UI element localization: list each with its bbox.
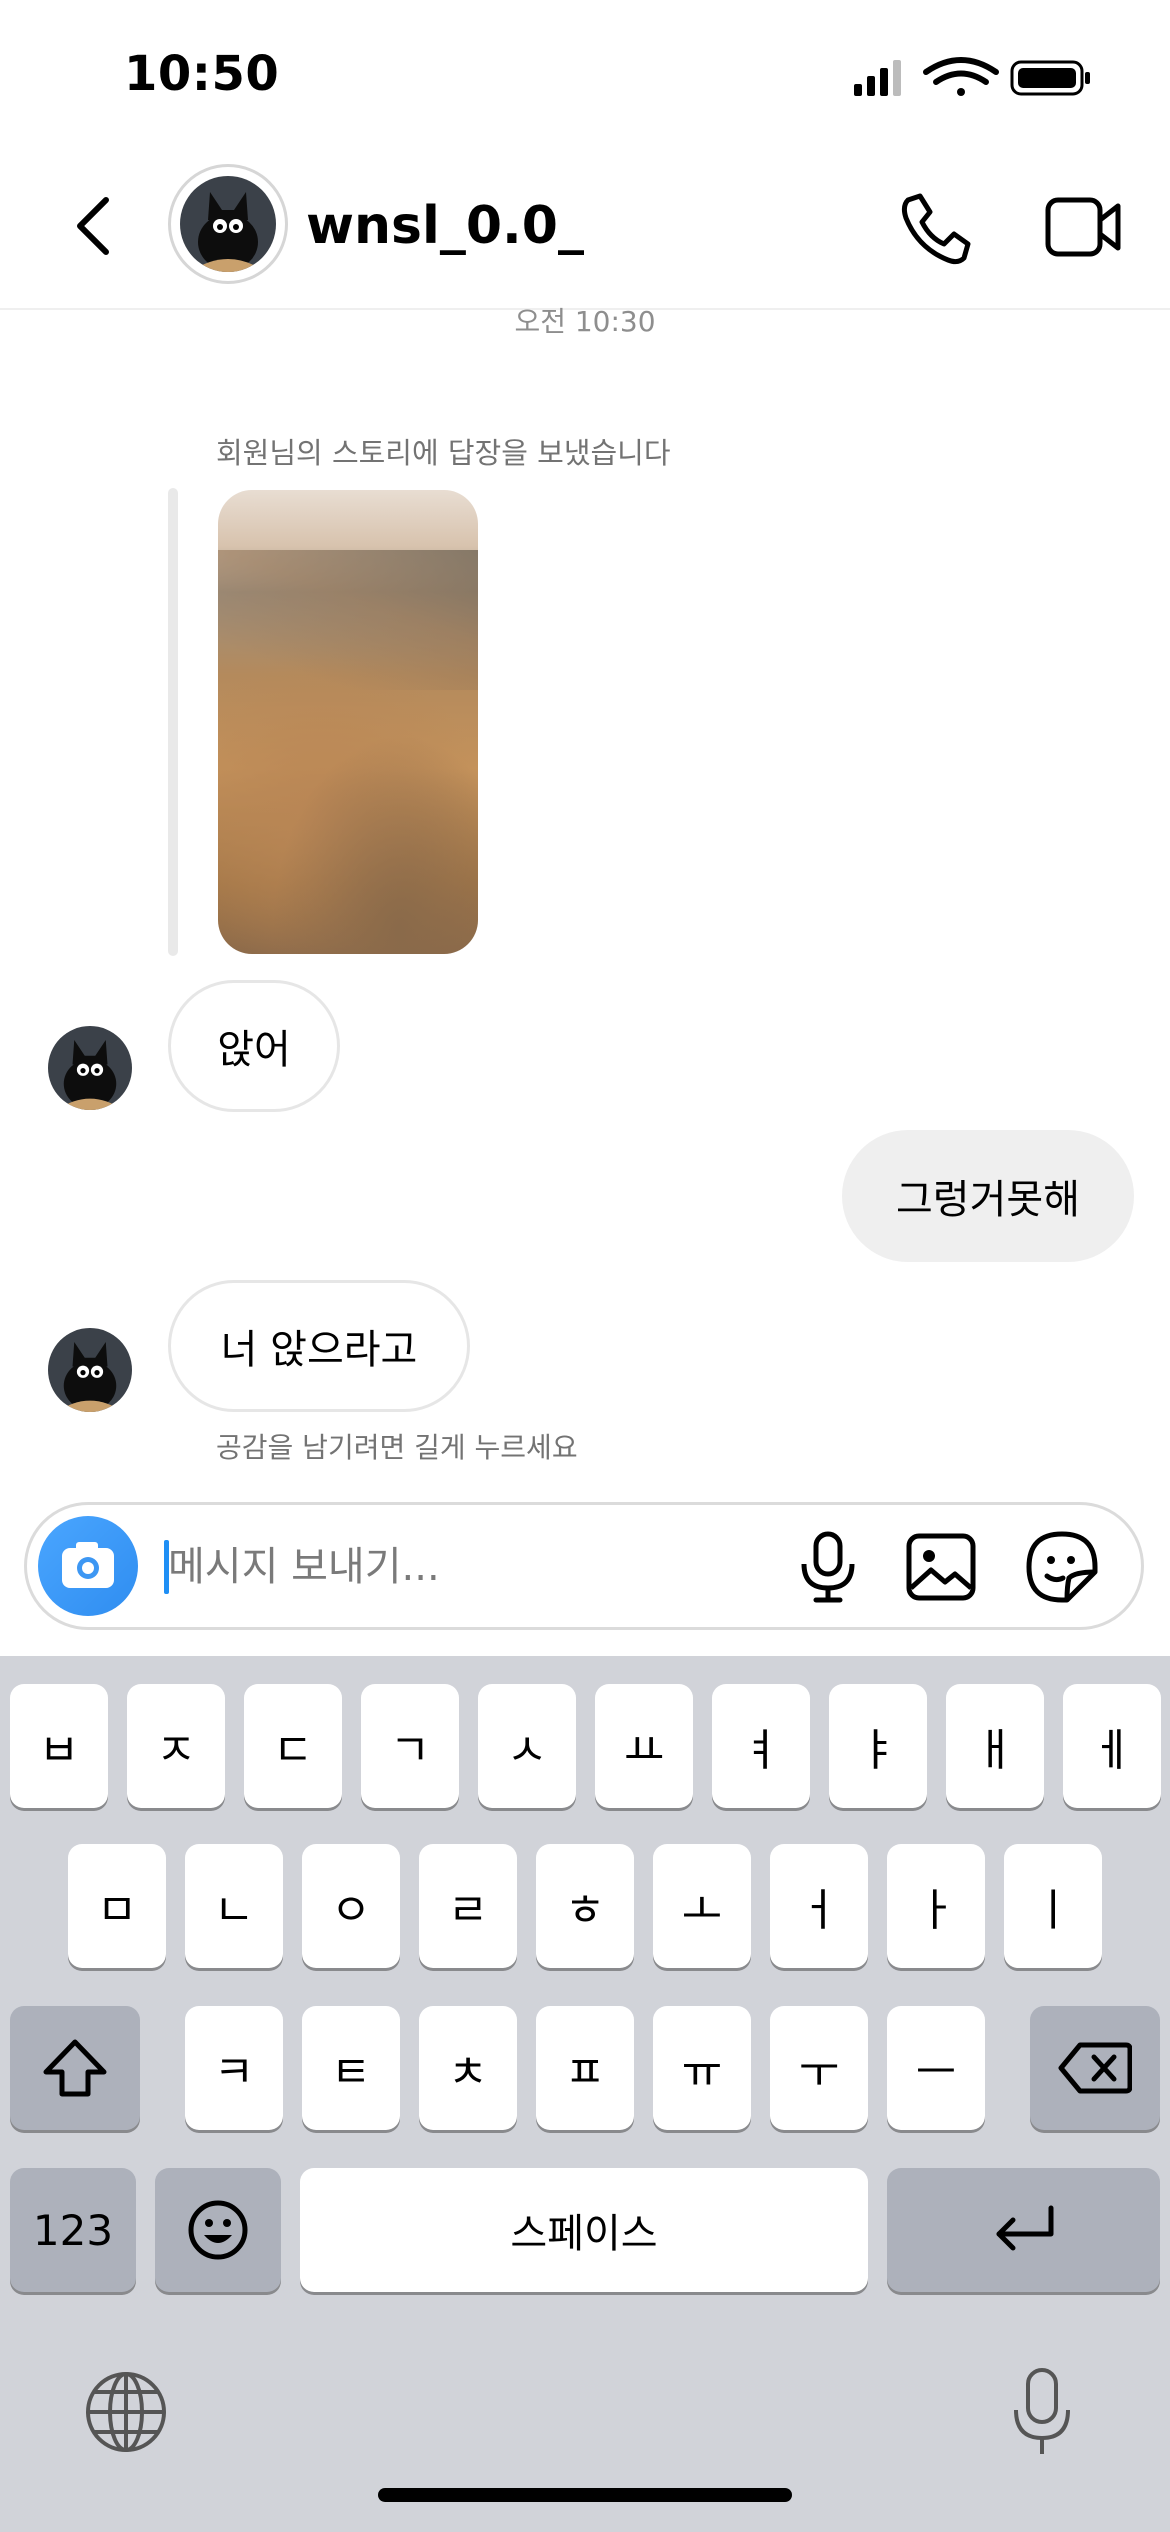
phone-icon[interactable]	[898, 190, 974, 266]
key[interactable]: ㅍ	[536, 2006, 634, 2130]
status-time: 10:50	[124, 46, 280, 102]
return-icon	[996, 2205, 1053, 2251]
message-bubble-outgoing[interactable]: 그렁거못해	[842, 1130, 1134, 1262]
cellular-signal-icon	[854, 60, 901, 96]
key[interactable]: ㄹ	[419, 1844, 517, 1968]
key[interactable]: ㅕ	[712, 1684, 810, 1808]
key[interactable]: ㄱ	[361, 1684, 459, 1808]
emoji-key[interactable]	[155, 2168, 281, 2292]
key[interactable]: ㅠ	[653, 2006, 751, 2130]
camera-icon[interactable]	[38, 1516, 138, 1616]
key[interactable]: ㅔ	[1063, 1684, 1161, 1808]
key[interactable]: ㅎ	[536, 1844, 634, 1968]
timestamp: 오전 10:30	[514, 305, 656, 338]
avatar[interactable]	[180, 176, 276, 272]
battery-icon	[1010, 60, 1090, 96]
key[interactable]: ㅗ	[653, 1844, 751, 1968]
status-icons	[854, 57, 1090, 96]
key[interactable]: ㅣ	[1004, 1844, 1102, 1968]
key[interactable]: ㅈ	[127, 1684, 225, 1808]
username[interactable]: wnsl_0.0_	[306, 196, 584, 256]
story-thumbnail[interactable]	[218, 490, 478, 954]
key[interactable]: ㅊ	[419, 2006, 517, 2130]
key[interactable]: ㅅ	[478, 1684, 576, 1808]
key[interactable]: ㅋ	[185, 2006, 283, 2130]
sender-avatar[interactable]	[48, 1026, 132, 1110]
key[interactable]: ㅜ	[770, 2006, 868, 2130]
reaction-hint: 공감을 남기려면 길게 누르세요	[216, 1431, 578, 1464]
backspace-icon	[1058, 2042, 1132, 2094]
video-camera-icon[interactable]	[1045, 194, 1121, 260]
sender-avatar[interactable]	[48, 1328, 132, 1412]
gallery-icon[interactable]	[905, 1532, 977, 1602]
message-bubble-incoming[interactable]: 앉어	[168, 980, 340, 1112]
story-reply-note: 회원님의 스토리에 답장을 보냈습니다	[216, 436, 671, 470]
key[interactable]: ㅁ	[68, 1844, 166, 1968]
key[interactable]: ㄷ	[244, 1684, 342, 1808]
emoji-icon	[188, 2200, 248, 2260]
numbers-key[interactable]: 123	[10, 2168, 136, 2292]
home-indicator	[378, 2488, 792, 2502]
message-input[interactable]	[168, 1532, 768, 1602]
shift-key[interactable]	[10, 2006, 140, 2130]
key[interactable]: ㄴ	[185, 1844, 283, 1968]
return-key[interactable]	[887, 2168, 1160, 2292]
sticker-icon[interactable]	[1025, 1530, 1099, 1604]
shift-icon	[43, 2039, 107, 2097]
microphone-icon[interactable]	[796, 1530, 860, 1604]
space-key[interactable]: 스페이스	[300, 2168, 868, 2292]
back-icon[interactable]	[60, 184, 130, 268]
story-reply-bar	[168, 488, 178, 956]
key[interactable]: ㅐ	[946, 1684, 1044, 1808]
globe-icon[interactable]	[84, 2370, 168, 2454]
key[interactable]: ㅂ	[10, 1684, 108, 1808]
key[interactable]: ㅑ	[829, 1684, 927, 1808]
wifi-icon	[923, 57, 999, 96]
key[interactable]: ㅏ	[887, 1844, 985, 1968]
key[interactable]: ㅡ	[887, 2006, 985, 2130]
key[interactable]: ㅛ	[595, 1684, 693, 1808]
backspace-key[interactable]	[1030, 2006, 1160, 2130]
key[interactable]: ㅓ	[770, 1844, 868, 1968]
message-bubble-incoming[interactable]: 너 앉으라고	[168, 1280, 470, 1412]
key[interactable]: ㅇ	[302, 1844, 400, 1968]
dictation-icon[interactable]	[1010, 2366, 1074, 2460]
key[interactable]: ㅌ	[302, 2006, 400, 2130]
